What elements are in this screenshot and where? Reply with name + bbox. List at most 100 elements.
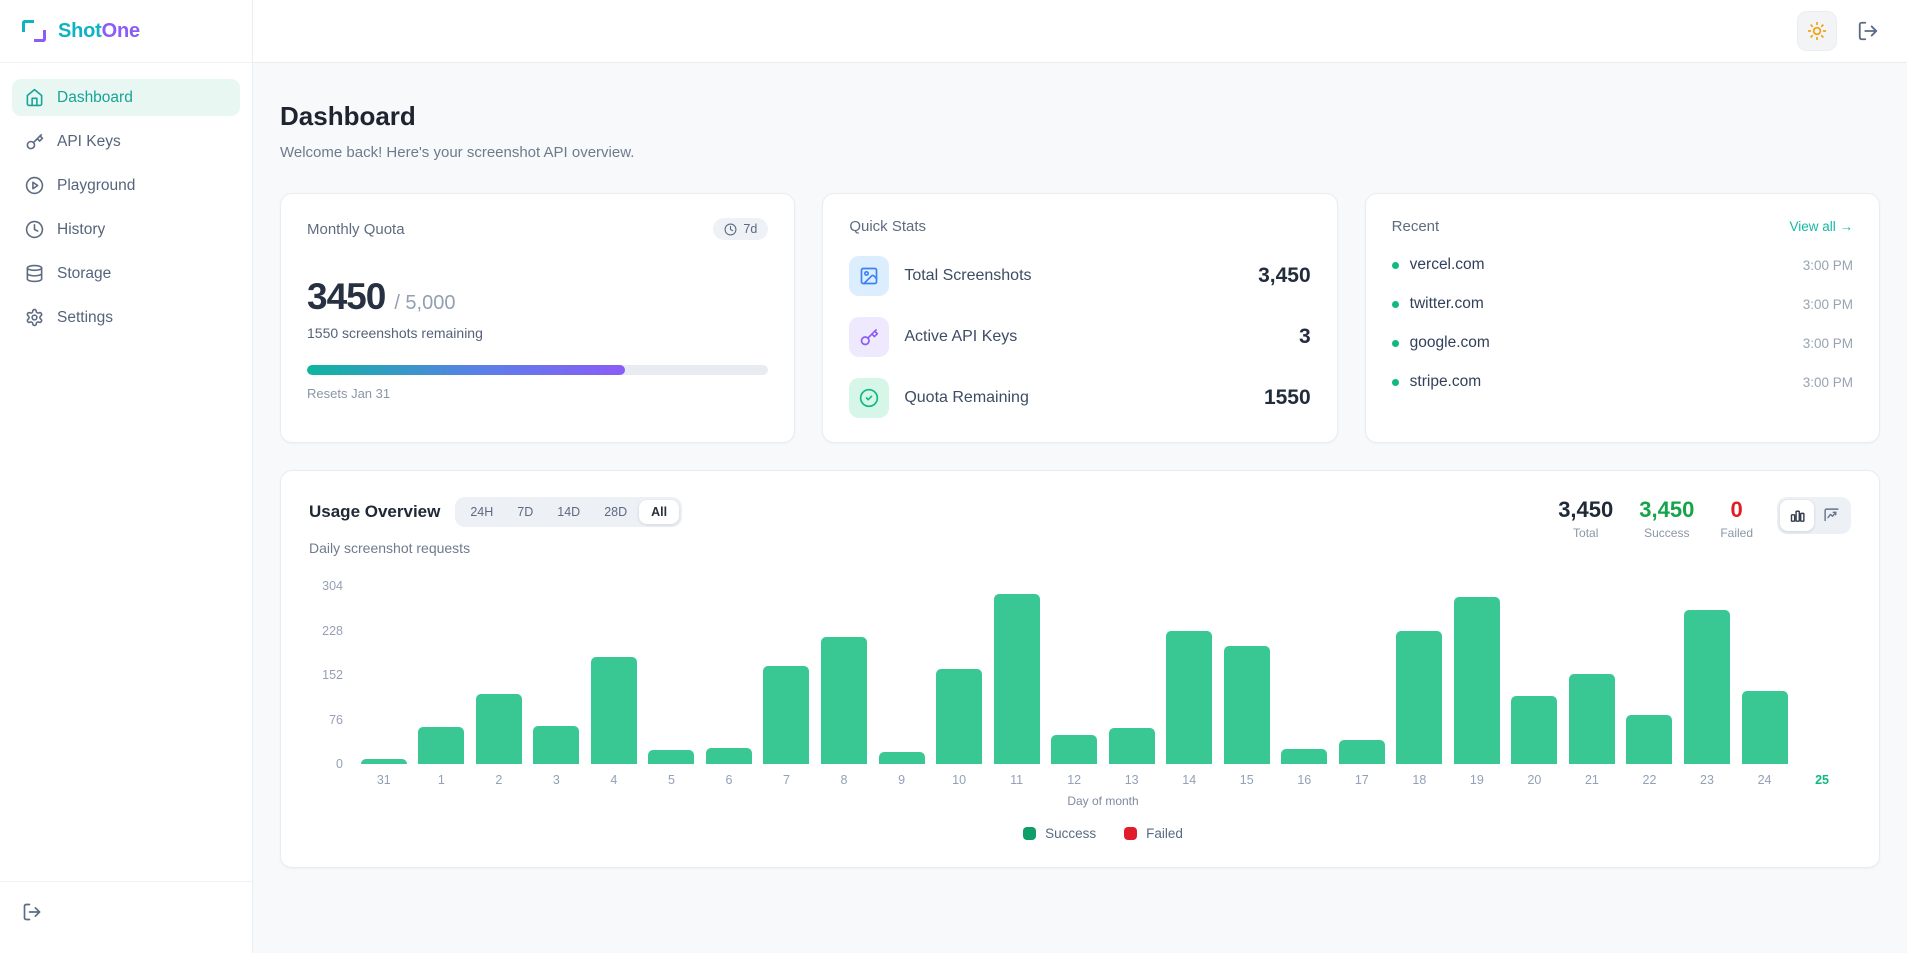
usage-range-tab-7d[interactable]: 7D	[505, 500, 545, 524]
view-all-link[interactable]: View all →	[1789, 219, 1853, 234]
gear-icon	[25, 308, 44, 327]
x-axis-label: 14	[1160, 773, 1218, 787]
usage-totals: 3,450Total3,450Success0Failed	[1558, 497, 1753, 540]
usage-total-failed: 0Failed	[1720, 497, 1753, 540]
usage-head-right: 3,450Total3,450Success0Failed	[1558, 497, 1851, 540]
success-bar	[476, 694, 522, 764]
recent-time: 3:00 PM	[1803, 336, 1853, 351]
page-content: Dashboard Welcome back! Here's your scre…	[253, 63, 1907, 953]
recent-time: 3:00 PM	[1803, 375, 1853, 390]
logout-icon[interactable]	[1857, 20, 1879, 42]
usage-subtitle: Daily screenshot requests	[309, 540, 682, 556]
check-circle-icon	[849, 378, 889, 418]
quick-stats-list: Total Screenshots3,450Active API Keys3Qu…	[849, 256, 1310, 418]
sidebar-item-label: Settings	[57, 309, 113, 327]
success-bar	[1224, 646, 1270, 764]
sidebar-item-playground[interactable]: Playground	[12, 167, 240, 204]
bar-column	[1678, 586, 1736, 764]
y-axis-tick: 304	[322, 579, 343, 593]
recent-row[interactable]: vercel.com3:00 PM	[1392, 256, 1853, 274]
theme-toggle-button[interactable]	[1797, 11, 1837, 51]
recent-row[interactable]: google.com3:00 PM	[1392, 334, 1853, 352]
usage-total-label: Total	[1558, 526, 1613, 540]
bar-column	[1391, 586, 1449, 764]
x-axis-label: 25	[1793, 773, 1851, 787]
clock-icon	[724, 223, 737, 236]
x-axis-label: 22	[1621, 773, 1679, 787]
quota-resets-text: Resets Jan 31	[307, 386, 768, 401]
x-axis-label: 20	[1506, 773, 1564, 787]
usage-range-tab-14d[interactable]: 14D	[545, 500, 592, 524]
sidebar-item-history[interactable]: History	[12, 211, 240, 248]
usage-range-tab-24h[interactable]: 24H	[458, 500, 505, 524]
page-subtitle: Welcome back! Here's your screenshot API…	[280, 144, 1880, 161]
stat-label: Total Screenshots	[904, 267, 1243, 285]
brand-name: ShotOne	[58, 20, 140, 43]
bar-column	[1621, 586, 1679, 764]
usage-total-label: Success	[1639, 526, 1694, 540]
line-chart-toggle-button[interactable]	[1814, 500, 1848, 531]
sidebar-item-api-keys[interactable]: API Keys	[12, 123, 240, 160]
bar-column	[700, 586, 758, 764]
recent-domain: stripe.com	[1410, 373, 1792, 391]
bar-column	[930, 586, 988, 764]
success-bar	[1742, 691, 1788, 764]
x-axis-label: 21	[1563, 773, 1621, 787]
x-axis-label: 15	[1218, 773, 1276, 787]
recent-time: 3:00 PM	[1803, 258, 1853, 273]
sidebar-footer	[0, 881, 252, 953]
quota-period-badge: 7d	[713, 218, 768, 240]
bar-column	[470, 586, 528, 764]
usage-total-value: 0	[1720, 497, 1753, 523]
success-bar	[648, 750, 694, 764]
x-axis-label: 16	[1276, 773, 1334, 787]
sidebar-item-storage[interactable]: Storage	[12, 255, 240, 292]
quota-progress-fill	[307, 365, 625, 375]
chart-x-labels: 3112345678910111213141516171819202122232…	[355, 773, 1851, 787]
legend-item-failed: Failed	[1124, 826, 1183, 841]
brand-logo-icon	[22, 19, 46, 43]
bar-chart-toggle-button[interactable]	[1780, 500, 1814, 531]
bar-column	[988, 586, 1046, 764]
x-axis-label: 24	[1736, 773, 1794, 787]
x-axis-label: 7	[758, 773, 816, 787]
page-title: Dashboard	[280, 101, 1880, 132]
quick-stats-card: Quick Stats Total Screenshots3,450Active…	[822, 193, 1337, 443]
x-axis-label: 8	[815, 773, 873, 787]
success-bar	[533, 726, 579, 764]
sidebar-item-dashboard[interactable]: Dashboard	[12, 79, 240, 116]
recent-row[interactable]: stripe.com 3:00 PM	[1392, 373, 1853, 391]
sidebar-item-label: Storage	[57, 265, 111, 283]
usage-range-tab-all[interactable]: All	[639, 500, 679, 524]
database-icon	[25, 264, 44, 283]
success-bar	[418, 727, 464, 764]
bar-column	[873, 586, 931, 764]
bar-column	[1218, 586, 1276, 764]
success-bar	[879, 752, 925, 764]
chart-y-axis: 076152228304	[309, 586, 355, 764]
x-axis-label: 2	[470, 773, 528, 787]
topbar	[253, 0, 1907, 63]
sun-icon	[1807, 21, 1827, 41]
chart-x-axis-title: Day of month	[355, 794, 1851, 808]
line-chart-icon	[1823, 507, 1840, 524]
sidebar-nav: Dashboard API Keys Playground History Storag…	[0, 63, 252, 352]
logout-icon[interactable]	[22, 902, 42, 922]
success-bar	[763, 666, 809, 764]
stat-value: 1550	[1264, 386, 1311, 410]
bar-column	[1045, 586, 1103, 764]
x-axis-label: 3	[528, 773, 586, 787]
bar-column	[1736, 586, 1794, 764]
quota-period-label: 7d	[743, 222, 757, 236]
x-axis-label: 23	[1678, 773, 1736, 787]
y-axis-tick: 0	[336, 757, 343, 771]
status-dot-icon	[1392, 301, 1399, 308]
usage-range-tab-28d[interactable]: 28D	[592, 500, 639, 524]
x-axis-label: 13	[1103, 773, 1161, 787]
recent-row[interactable]: twitter.com3:00 PM	[1392, 295, 1853, 313]
bar-column	[1276, 586, 1334, 764]
sidebar-item-label: Playground	[57, 177, 135, 195]
monthly-quota-card: Monthly Quota 7d 3450 / 5,000 1550 scree…	[280, 193, 795, 443]
chart-legend: SuccessFailed	[355, 826, 1851, 841]
sidebar-item-settings[interactable]: Settings	[12, 299, 240, 336]
